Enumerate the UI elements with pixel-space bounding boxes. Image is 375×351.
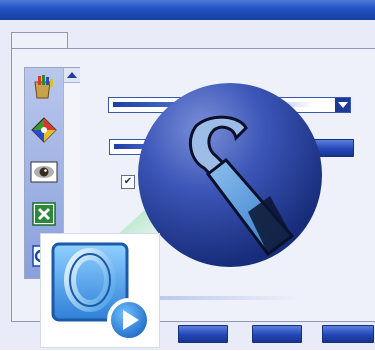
title-bar [0, 0, 375, 21]
chevron-down-icon[interactable] [260, 140, 275, 154]
tab-general[interactable] [11, 32, 68, 49]
scroll-up-button[interactable] [64, 68, 80, 83]
ok-button[interactable] [178, 325, 228, 343]
dropdown-primary[interactable] [108, 97, 351, 113]
dropdown-secondary-value [114, 144, 244, 149]
progress-track [150, 296, 300, 300]
outlook-logo-icon [40, 233, 160, 348]
chevron-down-icon[interactable] [335, 98, 350, 112]
color-picker-icon[interactable] [30, 116, 58, 144]
option-checkbox-label [143, 178, 238, 183]
cancel-button[interactable] [252, 325, 302, 343]
browse-button[interactable] [302, 139, 354, 157]
eye-icon[interactable] [30, 158, 58, 186]
dropdown-primary-value [113, 102, 313, 107]
dropdown-secondary[interactable] [109, 139, 276, 155]
excel-icon[interactable] [30, 200, 58, 228]
option-checkbox[interactable]: ✔ [121, 175, 135, 189]
paint-palette-icon[interactable] [30, 74, 58, 102]
apply-button[interactable] [322, 325, 374, 343]
